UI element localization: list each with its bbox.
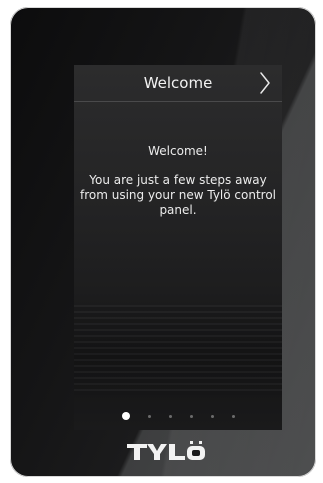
page-dot (210, 414, 214, 418)
page-dot (147, 414, 151, 418)
page-dot-active (121, 412, 130, 420)
welcome-greeting: Welcome! (148, 144, 208, 158)
page-dot (168, 414, 172, 418)
touch-screen: Welcome Welcome! You are just a few step… (74, 65, 282, 430)
page-dot (189, 414, 193, 418)
control-panel-device: Welcome Welcome! You are just a few step… (10, 7, 316, 477)
water-background (74, 305, 282, 395)
page-dot (231, 414, 235, 418)
tylo-logo-mark (127, 441, 205, 460)
chevron-right-icon (260, 72, 270, 94)
tylo-logo (125, 440, 209, 462)
page-indicator (74, 410, 282, 422)
next-button[interactable] (254, 69, 276, 97)
welcome-content: Welcome! You are just a few steps away f… (76, 144, 280, 218)
screen-header: Welcome (74, 65, 282, 102)
welcome-message: You are just a few steps away from using… (79, 173, 277, 217)
page-title: Welcome (143, 74, 213, 92)
